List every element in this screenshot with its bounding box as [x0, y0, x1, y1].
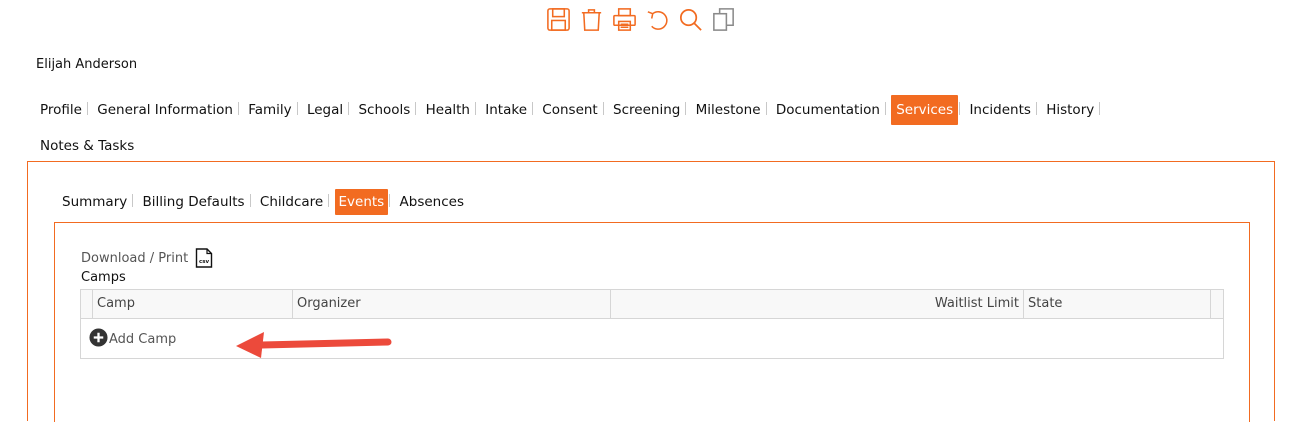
subtab-absences[interactable]: Absences — [396, 189, 468, 215]
tab-separator — [348, 102, 350, 115]
camps-title: Camps — [81, 270, 126, 285]
undo-icon[interactable] — [642, 4, 673, 35]
tab-separator — [602, 102, 604, 115]
tab-separator — [685, 102, 687, 115]
column-header-camp[interactable]: Camp — [93, 290, 293, 318]
tab-separator — [1099, 102, 1101, 115]
add-camp-label: Add Camp — [109, 331, 177, 347]
tab-notes-tasks[interactable]: Notes & Tasks — [36, 133, 138, 159]
tab-incidents[interactable]: Incidents — [965, 97, 1034, 123]
tab-screening[interactable]: Screening — [609, 97, 684, 123]
grid-header-spacer — [81, 290, 93, 318]
subtab-childcare[interactable]: Childcare — [256, 189, 327, 215]
column-header-state[interactable]: State — [1024, 290, 1211, 318]
svg-text:csv: csv — [199, 259, 210, 265]
tab-separator — [237, 102, 239, 115]
tab-health[interactable]: Health — [422, 97, 474, 123]
tab-separator — [389, 194, 391, 207]
student-name: Elijah Anderson — [36, 57, 138, 72]
tab-separator — [415, 102, 417, 115]
column-header-organizer[interactable]: Organizer — [293, 290, 611, 318]
trash-icon[interactable] — [576, 4, 607, 35]
annotation-arrow — [236, 332, 392, 358]
save-icon[interactable] — [543, 4, 574, 35]
tab-separator — [532, 102, 533, 115]
toolbar — [543, 4, 739, 35]
tab-separator — [959, 102, 961, 115]
sub-tab-bar: Summary Billing Defaults Childcare Event… — [58, 189, 468, 215]
grid-header-end — [1211, 290, 1223, 318]
copy-icon[interactable] — [708, 4, 739, 35]
download-print-link[interactable]: Download / Print csv — [81, 248, 213, 268]
csv-file-icon: csv — [195, 248, 213, 268]
subtab-summary[interactable]: Summary — [58, 189, 131, 215]
print-icon[interactable] — [609, 4, 640, 35]
column-header-waitlist-limit[interactable]: Waitlist Limit — [611, 290, 1024, 318]
tab-separator — [296, 102, 298, 115]
tab-history[interactable]: History — [1042, 97, 1098, 123]
subtab-events[interactable]: Events — [334, 189, 389, 215]
tab-consent[interactable]: Consent — [538, 97, 601, 123]
main-tab-bar: Profile General Information Family Legal… — [36, 95, 1266, 159]
tab-separator — [249, 194, 251, 207]
tab-separator — [474, 102, 476, 115]
tab-milestone[interactable]: Milestone — [692, 97, 765, 123]
tab-intake[interactable]: Intake — [481, 97, 531, 123]
tab-separator — [86, 102, 88, 115]
tab-documentation[interactable]: Documentation — [772, 97, 884, 123]
tab-separator — [328, 194, 330, 207]
grid-header: Camp Organizer Waitlist Limit State — [81, 290, 1223, 319]
tab-separator — [132, 194, 134, 207]
download-print-label: Download / Print — [81, 250, 189, 266]
tab-family[interactable]: Family — [244, 97, 295, 123]
tab-separator — [765, 102, 767, 115]
tab-general-information[interactable]: General Information — [93, 97, 237, 123]
plus-circle-icon — [89, 327, 108, 347]
tab-schools[interactable]: Schools — [354, 97, 414, 123]
tab-profile[interactable]: Profile — [36, 97, 86, 123]
tab-services[interactable]: Services — [891, 95, 959, 125]
tab-separator — [1035, 102, 1037, 115]
search-icon[interactable] — [675, 4, 706, 35]
tab-separator — [884, 102, 886, 115]
tab-legal[interactable]: Legal — [303, 97, 347, 123]
subtab-billing-defaults[interactable]: Billing Defaults — [139, 189, 249, 215]
